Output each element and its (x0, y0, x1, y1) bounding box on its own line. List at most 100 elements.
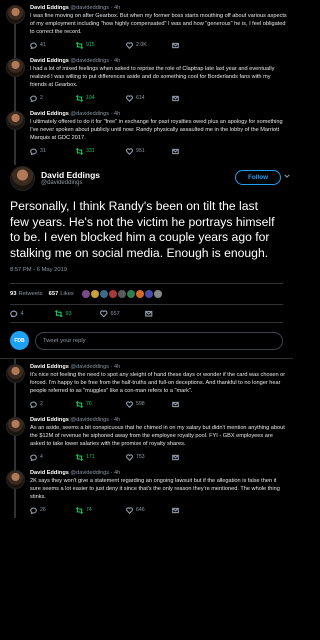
like-count: 657 (110, 310, 120, 317)
reply-button[interactable]: 26 (30, 507, 76, 514)
avatar[interactable] (117, 290, 126, 298)
like-button[interactable]: 951 (126, 147, 172, 155)
like-button[interactable]: 598 (126, 400, 172, 408)
mail-icon (172, 454, 179, 460)
tweet[interactable]: David Eddings @davideddings · 4h I was f… (0, 0, 293, 53)
reply-button[interactable]: 2 (30, 401, 76, 408)
like-count: 646 (136, 507, 145, 513)
share-button[interactable] (172, 42, 192, 49)
follow-button[interactable]: Follow (235, 170, 281, 185)
avatar[interactable] (126, 290, 135, 298)
avatar[interactable] (6, 111, 25, 130)
tweet-time[interactable]: · 4h (111, 5, 121, 11)
retweet-button[interactable]: 93 (55, 309, 100, 318)
tweet-actions: 26 74 646 (30, 505, 287, 515)
like-button[interactable]: 2.0K (126, 41, 172, 49)
author-name[interactable]: David Eddings (30, 470, 69, 476)
tweet[interactable]: David Eddings @davideddings · 4h I had a… (0, 53, 293, 106)
tweet-text: Personally, I think Randy's been on tilt… (10, 199, 275, 260)
like-button[interactable]: 753 (126, 453, 172, 461)
author-handle[interactable]: @davideddings (70, 417, 109, 423)
mail-icon (145, 310, 153, 317)
retweets-label[interactable]: Retweets (18, 291, 42, 297)
like-button[interactable]: 614 (126, 94, 172, 102)
author-handle[interactable]: @davideddings (70, 58, 109, 64)
author-handle[interactable]: @davideddings (41, 180, 100, 186)
heart-icon (126, 400, 133, 408)
author-name[interactable]: David Eddings (30, 5, 69, 11)
avatar[interactable] (99, 290, 108, 298)
reply-input[interactable] (35, 331, 283, 350)
tweet[interactable]: David Eddings @davideddings · 4h 2K says… (0, 465, 293, 518)
avatar[interactable] (135, 290, 144, 298)
like-count: 753 (136, 454, 145, 460)
reply-button[interactable]: 4 (30, 454, 76, 461)
avatar[interactable] (144, 290, 153, 298)
thread-line (14, 159, 16, 165)
reply-button[interactable]: 31 (30, 148, 76, 155)
like-button[interactable]: 646 (126, 506, 172, 514)
like-button[interactable]: 657 (100, 310, 145, 318)
share-button[interactable] (172, 507, 192, 514)
likes-total[interactable]: 657 (49, 291, 59, 297)
author-handle[interactable]: @davideddings (70, 470, 109, 476)
avatar[interactable] (6, 364, 25, 383)
tweet[interactable]: David Eddings @davideddings · 4h It's ni… (0, 359, 293, 412)
avatar[interactable] (90, 290, 99, 298)
retweet-count: 74 (86, 507, 92, 513)
author-handle[interactable]: @davideddings (70, 5, 109, 11)
tweet-time[interactable]: · 4h (111, 111, 121, 117)
share-button[interactable] (172, 401, 192, 408)
retweets-total[interactable]: 93 (10, 291, 16, 297)
reply-button[interactable]: 41 (30, 42, 76, 49)
tweet-time[interactable]: · 4h (111, 470, 121, 476)
like-count: 598 (136, 401, 145, 407)
author-name[interactable]: David Eddings (41, 170, 100, 180)
share-button[interactable] (172, 95, 192, 102)
author-name[interactable]: David Eddings (30, 417, 69, 423)
author-name[interactable]: David Eddings (30, 364, 69, 370)
retweet-button[interactable]: 104 (76, 94, 126, 102)
share-button[interactable] (172, 454, 192, 461)
author-name[interactable]: David Eddings (30, 111, 69, 117)
author-handle[interactable]: @davideddings (70, 364, 109, 370)
reply-button[interactable]: 4 (10, 310, 55, 318)
mail-icon (172, 42, 179, 48)
retweet-button[interactable]: 74 (76, 506, 126, 514)
tweet-timestamp[interactable]: 8:57 PM - 6 May 2019 (10, 267, 283, 277)
retweet-button[interactable]: 915 (76, 41, 126, 49)
retweet-count: 93 (65, 310, 72, 317)
retweet-icon (76, 147, 83, 155)
tweet-text: I ultimately offered to do it for "free"… (30, 119, 283, 141)
retweet-count: 171 (86, 454, 95, 460)
tweet-time[interactable]: · 4h (111, 58, 121, 64)
mail-icon (172, 95, 179, 101)
thread-before: David Eddings @davideddings · 4h I was f… (0, 0, 293, 159)
tweet-actions: 4 171 753 (30, 452, 287, 462)
share-button[interactable] (172, 148, 192, 155)
share-button[interactable] (145, 310, 190, 318)
more-options-button[interactable] (284, 173, 290, 179)
retweet-button[interactable]: 76 (76, 400, 126, 408)
retweet-button[interactable]: 171 (76, 453, 126, 461)
tweet-text: 2K says they won't give a statement rega… (30, 478, 280, 500)
tweet-time[interactable]: · 4h (111, 364, 121, 370)
avatar[interactable] (6, 470, 25, 489)
avatar[interactable] (6, 58, 25, 77)
avatar[interactable] (10, 165, 35, 191)
avatar[interactable] (153, 290, 162, 298)
author-handle[interactable]: @davideddings (70, 111, 109, 117)
engagement-stats: 93 Retweets 657 Likes (10, 283, 283, 305)
avatar[interactable] (81, 290, 90, 298)
retweet-button[interactable]: 331 (76, 147, 126, 155)
reply-button[interactable]: 2 (30, 95, 76, 102)
tweet[interactable]: David Eddings @davideddings · 4h I ultim… (0, 106, 293, 159)
likes-label[interactable]: Likes (60, 291, 74, 297)
author-name[interactable]: David Eddings (30, 58, 69, 64)
avatar[interactable] (6, 417, 25, 436)
tweet-time[interactable]: · 4h (111, 417, 121, 423)
avatar[interactable]: FDB (10, 331, 29, 350)
avatar[interactable] (108, 290, 117, 298)
avatar[interactable] (6, 5, 25, 24)
tweet[interactable]: David Eddings @davideddings · 4h As an a… (0, 412, 293, 465)
